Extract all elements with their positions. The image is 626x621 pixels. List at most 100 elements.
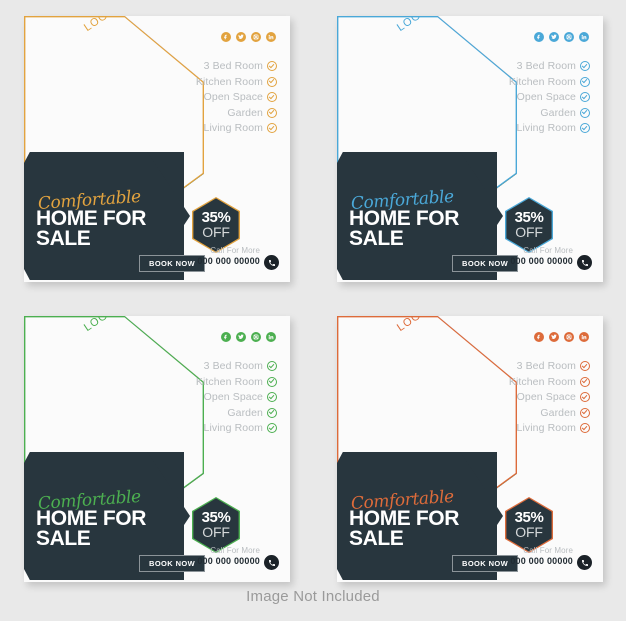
feature-item: Open Space [204, 91, 277, 103]
discount-percent: 35% [201, 509, 231, 526]
feature-label: Open Space [203, 391, 263, 403]
feature-item: Open Space [517, 391, 590, 403]
check-circle-icon [580, 61, 590, 71]
feature-label: Open Space [516, 391, 576, 403]
feature-list: 3 Bed Room Kitchen Room Open Space Garden Li… [196, 60, 277, 134]
social-links[interactable] [221, 332, 276, 342]
check-circle-icon [267, 107, 277, 118]
feature-item: Open Space [204, 391, 277, 403]
feature-label: Living Room [203, 122, 263, 134]
instagram-icon[interactable] [564, 332, 574, 342]
feature-label: Kitchen Room [508, 375, 576, 388]
discount-label: OFF [202, 224, 230, 240]
check-circle-icon [580, 407, 590, 418]
instagram-icon[interactable] [251, 32, 261, 42]
call-label: Call For More [210, 546, 260, 555]
discount-percent: 35% [514, 509, 544, 526]
call-info: Call For More 000 000 00000 [197, 245, 260, 267]
discount-label: OFF [515, 524, 543, 540]
phone-icon[interactable] [577, 555, 592, 570]
phone-icon[interactable] [264, 555, 279, 570]
check-circle-icon [267, 92, 277, 102]
linkedin-icon[interactable] [266, 32, 276, 42]
book-now-button[interactable]: BOOK NOW [452, 255, 519, 272]
linkedin-icon[interactable] [579, 332, 589, 342]
main-headline: HOME FOR SALE [36, 507, 146, 550]
check-circle-icon [580, 107, 590, 118]
call-label: Call For More [523, 246, 573, 255]
caption-image-not-included: Image Not Included [246, 588, 380, 605]
feature-label: Open Space [516, 91, 576, 103]
check-circle-icon [267, 123, 277, 133]
main-headline: HOME FOR SALE [349, 507, 459, 550]
feature-item: Living Room [517, 422, 590, 434]
facebook-icon[interactable] [534, 332, 544, 342]
feature-label: Kitchen Room [195, 375, 263, 388]
facebook-icon[interactable] [534, 32, 544, 42]
check-circle-icon [580, 123, 590, 133]
check-circle-icon [580, 423, 590, 433]
feature-label: Garden [227, 106, 263, 119]
feature-item: Living Room [204, 122, 277, 134]
check-circle-icon [267, 61, 277, 71]
instagram-icon[interactable] [564, 32, 574, 42]
feature-label: Kitchen Room [195, 75, 263, 88]
main-headline: HOME FOR SALE [349, 207, 459, 250]
instagram-icon[interactable] [251, 332, 261, 342]
feature-list: 3 Bed Room Kitchen Room Open Space Garden Li… [196, 360, 277, 434]
check-circle-icon [267, 407, 277, 418]
phone-icon[interactable] [577, 255, 592, 270]
feature-label: 3 Bed Room [516, 60, 576, 72]
call-label: Call For More [210, 246, 260, 255]
check-circle-icon [267, 423, 277, 433]
feature-item: Kitchen Room [509, 376, 590, 388]
social-links[interactable] [221, 32, 276, 42]
twitter-icon[interactable] [236, 332, 246, 342]
feature-label: Living Room [516, 422, 576, 434]
book-now-button[interactable]: BOOK NOW [452, 555, 519, 572]
phone-icon[interactable] [264, 255, 279, 270]
social-links[interactable] [534, 332, 589, 342]
book-now-button[interactable]: BOOK NOW [139, 555, 206, 572]
feature-item: Garden [227, 107, 277, 119]
check-circle-icon [267, 376, 277, 387]
check-circle-icon [267, 392, 277, 402]
feature-item: Kitchen Room [196, 376, 277, 388]
facebook-icon[interactable] [221, 332, 231, 342]
twitter-icon[interactable] [236, 32, 246, 42]
check-circle-icon [267, 361, 277, 371]
feature-item: 3 Bed Room [517, 360, 590, 372]
feature-item: Garden [540, 407, 590, 419]
twitter-icon[interactable] [549, 32, 559, 42]
book-now-button[interactable]: BOOK NOW [139, 255, 206, 272]
feature-label: Open Space [203, 91, 263, 103]
card-green[interactable]: LOGO 3 Bed Room Kitchen Room Open Space Gar… [24, 316, 290, 582]
feature-label: Living Room [516, 122, 576, 134]
card-copper[interactable]: LOGO 3 Bed Room Kitchen Room Open Space Gar… [337, 316, 603, 582]
linkedin-icon[interactable] [579, 32, 589, 42]
feature-item: Living Room [517, 122, 590, 134]
facebook-icon[interactable] [221, 32, 231, 42]
card-blue[interactable]: LOGO 3 Bed Room Kitchen Room Open Space Gar… [337, 16, 603, 282]
phone-number: 000 000 00000 [510, 556, 573, 566]
check-circle-icon [580, 392, 590, 402]
feature-label: 3 Bed Room [203, 60, 263, 72]
feature-label: Garden [227, 406, 263, 419]
twitter-icon[interactable] [549, 332, 559, 342]
linkedin-icon[interactable] [266, 332, 276, 342]
feature-label: Kitchen Room [508, 75, 576, 88]
feature-item: Open Space [517, 91, 590, 103]
card-gold[interactable]: LOGO 3 Bed Room Kitchen Room Open Space Gar… [24, 16, 290, 282]
check-circle-icon [580, 76, 590, 87]
social-links[interactable] [534, 32, 589, 42]
check-circle-icon [580, 361, 590, 371]
feature-item: Living Room [204, 422, 277, 434]
card-grid: LOGO 3 Bed Room Kitchen Room Open Space Gar… [0, 0, 626, 590]
feature-item: Garden [227, 407, 277, 419]
feature-item: 3 Bed Room [204, 60, 277, 72]
check-circle-icon [580, 376, 590, 387]
feature-item: 3 Bed Room [517, 60, 590, 72]
discount-label: OFF [515, 224, 543, 240]
check-circle-icon [580, 92, 590, 102]
check-circle-icon [267, 76, 277, 87]
